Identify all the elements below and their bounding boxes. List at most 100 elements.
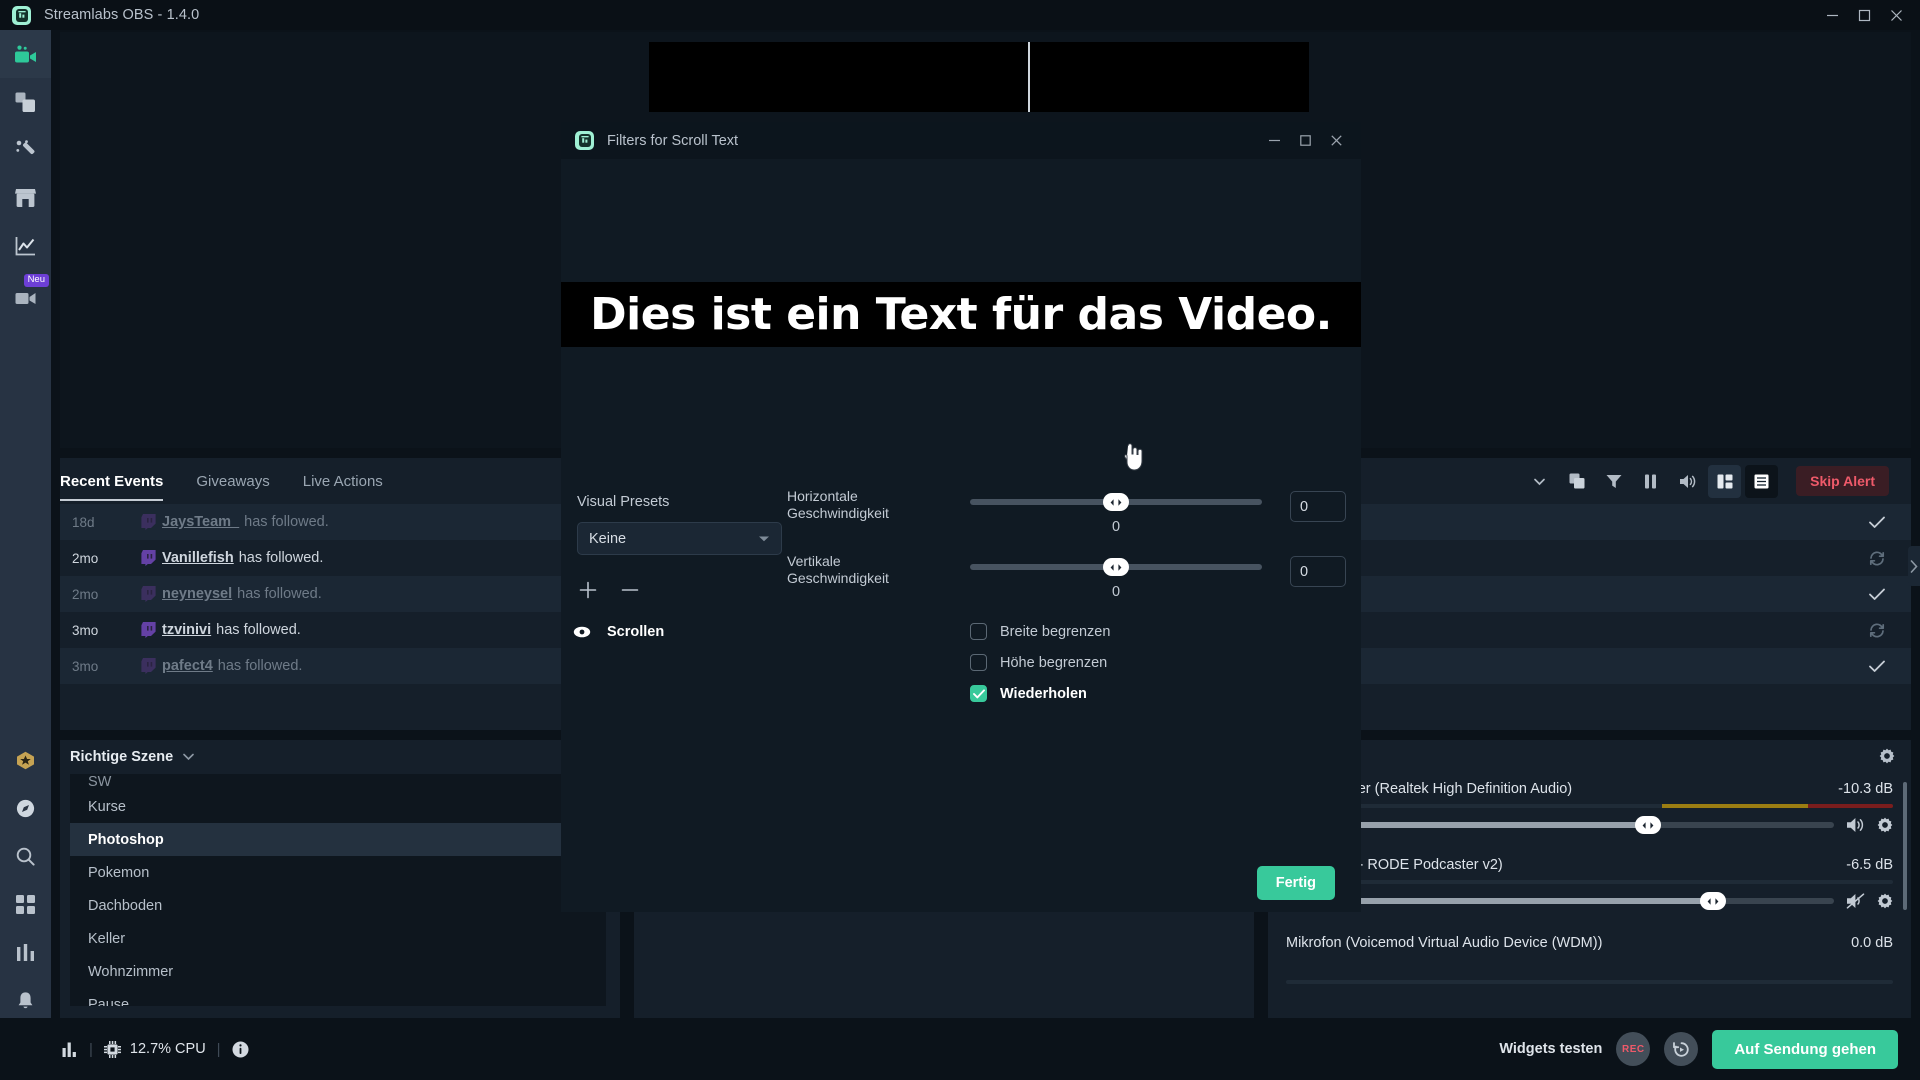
limit-height-checkbox-row[interactable]: Höhe begrenzen: [970, 654, 1107, 671]
list-item[interactable]: Wohnzimmer: [70, 955, 606, 988]
chevron-down-icon: [1534, 478, 1546, 485]
vertical-speed-input[interactable]: [1290, 556, 1346, 587]
volume-slider[interactable]: [1286, 892, 1834, 910]
volume-knob[interactable]: [1700, 892, 1727, 910]
horizontal-speed-label-line1: Horizontale: [787, 488, 858, 504]
close-button[interactable]: [1880, 0, 1912, 30]
gear-icon[interactable]: [1879, 748, 1895, 764]
sidebar-item-apps[interactable]: [0, 880, 51, 928]
alertbox-icon: [15, 292, 36, 304]
limit-height-checkbox[interactable]: [970, 654, 987, 671]
mute-alerts-button[interactable]: [1671, 465, 1704, 498]
test-widgets-button[interactable]: Widgets testen: [1499, 1041, 1602, 1057]
go-live-button[interactable]: Auf Sendung gehen: [1712, 1029, 1898, 1069]
volume-knob[interactable]: [1634, 816, 1661, 834]
status-bar: | 12.7% CPU | Widgets testen REC Auf Sen…: [0, 1018, 1920, 1080]
list-item[interactable]: Pokemon: [70, 856, 606, 889]
volume-slider[interactable]: [1286, 816, 1834, 834]
filter-add-remove-group: [577, 579, 641, 601]
tab-live-actions[interactable]: Live Actions: [303, 458, 383, 504]
list-item[interactable]: Dachboden: [70, 889, 606, 922]
done-button[interactable]: Fertig: [1256, 866, 1335, 900]
list-item[interactable]: Pause: [70, 988, 606, 1007]
sidebar-item-notifications[interactable]: [0, 976, 51, 1024]
event-user[interactable]: JaysTeam_: [162, 514, 239, 530]
vertical-speed-slider[interactable]: [970, 558, 1262, 576]
sidebar-item-search[interactable]: [0, 832, 51, 880]
event-user[interactable]: pafect4: [162, 658, 213, 674]
chevron-down-icon: [758, 535, 770, 543]
maximize-button[interactable]: [1848, 0, 1880, 30]
sidebar-item-help[interactable]: [0, 784, 51, 832]
minimize-button[interactable]: [1816, 0, 1848, 30]
modal-maximize-button[interactable]: [1290, 122, 1321, 159]
sidebar-item-dashboard[interactable]: [0, 222, 51, 270]
limit-width-checkbox-row[interactable]: Breite begrenzen: [970, 623, 1110, 640]
sidebar-item-themes[interactable]: [0, 78, 51, 126]
gear-icon[interactable]: [1877, 817, 1893, 833]
scenes-list[interactable]: SW Kurse Photoshop Pokemon Dachboden Kel…: [70, 774, 606, 1006]
info-icon[interactable]: [232, 1041, 249, 1058]
vertical-speed-knob[interactable]: [1103, 558, 1129, 576]
list-item[interactable]: SW: [70, 774, 606, 790]
speaker-icon[interactable]: [1846, 817, 1865, 833]
repeat-icon[interactable]: [1869, 550, 1885, 566]
event-user[interactable]: neyneysel: [162, 586, 232, 602]
pause-events-button[interactable]: [1634, 465, 1667, 498]
list-item[interactable]: Photoshop: [70, 823, 606, 856]
sidebar-item-overlays[interactable]: [0, 126, 51, 174]
event-user[interactable]: Vanillefish: [162, 550, 234, 566]
sidebar-item-mixer[interactable]: [0, 928, 51, 976]
event-text: has followed.: [216, 622, 301, 638]
gear-icon[interactable]: [1877, 893, 1893, 909]
tab-recent-events[interactable]: Recent Events: [60, 458, 164, 504]
store-icon: [15, 189, 36, 207]
sidebar-item-editor[interactable]: [0, 30, 51, 78]
repeat-checkbox[interactable]: [970, 685, 987, 702]
mouse-cursor-hand-icon: [1124, 443, 1143, 471]
right-panel-collapse-handle[interactable]: [1908, 546, 1920, 586]
layout-list-icon: [1754, 474, 1769, 488]
cpu-usage-label: 12.7% CPU: [129, 1041, 206, 1057]
modal-titlebar: Filters for Scroll Text: [561, 122, 1361, 159]
vertical-speed-label-line2: Geschwindigkeit: [787, 569, 889, 586]
list-item[interactable]: Keller: [70, 922, 606, 955]
skip-alert-button[interactable]: Skip Alert: [1796, 466, 1889, 496]
visual-presets-select[interactable]: Keine: [577, 522, 782, 555]
repeat-checkbox-row[interactable]: Wiederholen: [970, 685, 1087, 702]
horizontal-speed-input[interactable]: [1290, 491, 1346, 522]
scenes-header[interactable]: Richtige Szene: [60, 740, 620, 774]
layout-compact-button[interactable]: [1708, 464, 1742, 498]
replay-buffer-button[interactable]: [1664, 1032, 1699, 1066]
bar-stats-icon[interactable]: [62, 1042, 78, 1057]
tab-giveaways[interactable]: Giveaways: [196, 458, 269, 504]
collapse-events-button[interactable]: [1523, 465, 1556, 498]
chevron-down-icon[interactable]: [183, 753, 194, 761]
record-button[interactable]: REC: [1616, 1032, 1651, 1066]
filter-funnel-icon: [1606, 474, 1622, 488]
event-time: 2mo: [72, 586, 99, 602]
horizontal-speed-slider[interactable]: [970, 493, 1262, 511]
mixer-scrollbar[interactable]: [1903, 782, 1907, 910]
remove-filter-button[interactable]: [619, 579, 641, 601]
modal-minimize-button[interactable]: [1259, 122, 1290, 159]
filter-events-button[interactable]: [1597, 465, 1630, 498]
event-user[interactable]: tzvinivi: [162, 622, 211, 638]
repeat-icon[interactable]: [1869, 622, 1885, 638]
filter-list-item-scrollen[interactable]: Scrollen: [573, 624, 664, 640]
limit-width-checkbox[interactable]: [970, 623, 987, 640]
sidebar-item-prime[interactable]: [0, 736, 51, 784]
sidebar-item-alertbox[interactable]: Neu: [0, 270, 51, 318]
eye-icon[interactable]: [573, 626, 591, 638]
modal-close-button[interactable]: [1321, 122, 1352, 159]
audio-mixer-dock: Lautsprecher (Realtek High Definition Au…: [1268, 740, 1911, 1018]
sidebar-item-store[interactable]: [0, 174, 51, 222]
channel-db: -6.5 dB: [1846, 857, 1893, 873]
list-item[interactable]: Kurse: [70, 790, 606, 823]
add-filter-button[interactable]: [577, 579, 599, 601]
horizontal-speed-knob[interactable]: [1103, 493, 1129, 511]
twitch-icon: [134, 550, 162, 566]
speaker-muted-icon[interactable]: [1846, 893, 1865, 909]
popout-events-button[interactable]: [1560, 465, 1593, 498]
layout-list-button[interactable]: [1745, 464, 1779, 498]
